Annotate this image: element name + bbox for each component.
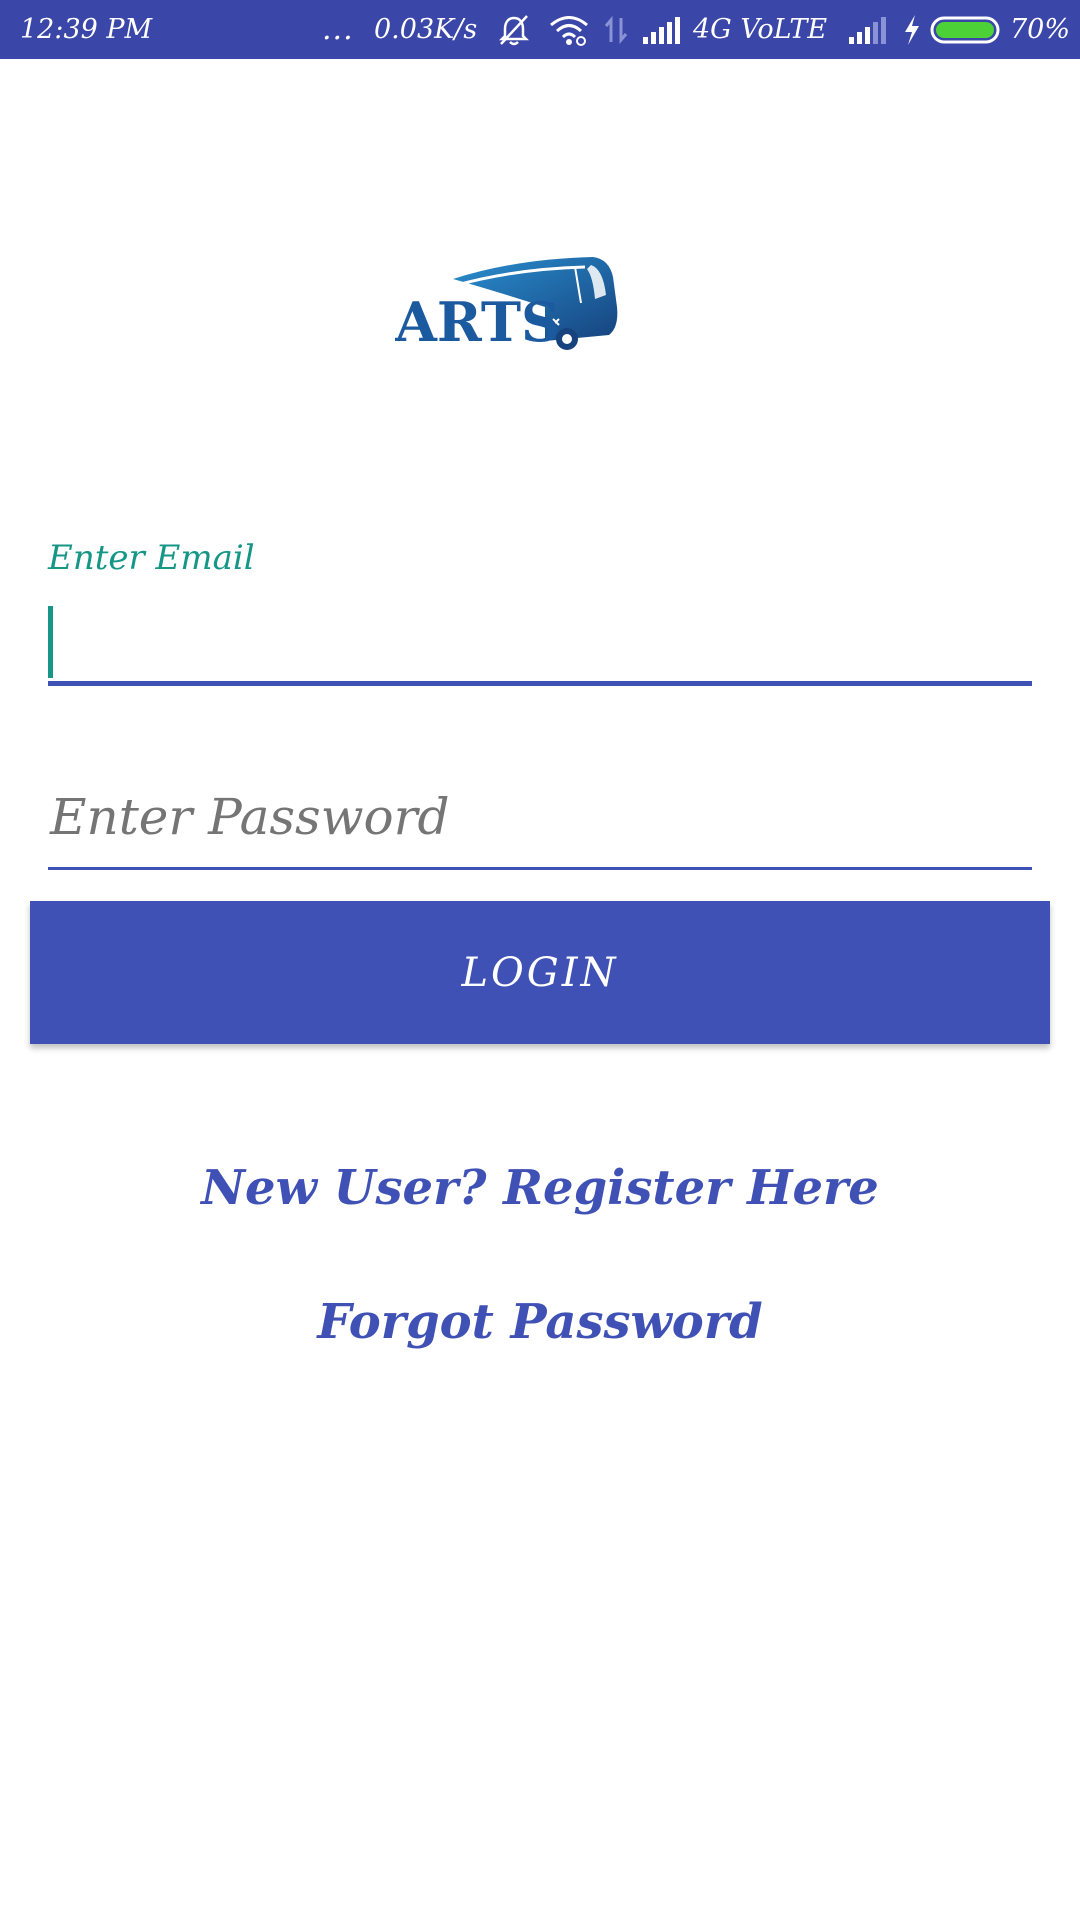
wifi-icon (548, 0, 590, 59)
forgot-password-link[interactable]: Forgot Password (0, 1294, 1080, 1350)
signal-icon (642, 0, 682, 59)
app-logo: ARTS (395, 255, 625, 355)
clock: 12:39 PM (20, 14, 153, 45)
text-cursor (48, 606, 53, 678)
network-speed: 0.03K/s (374, 14, 478, 45)
bus-logo-icon: ARTS (395, 257, 618, 354)
signal-icon-2 (848, 0, 888, 59)
status-bar: 12:39 PM ... 0.03K/s 4G VoLTE 70% (0, 0, 1080, 59)
email-label: Enter Email (48, 538, 255, 578)
battery-percent: 70% (1010, 14, 1071, 45)
data-arrows-icon (603, 0, 629, 59)
network-label: 4G VoLTE (693, 14, 828, 45)
charging-icon (902, 0, 922, 59)
password-field[interactable]: Enter Password (48, 780, 1032, 870)
register-link[interactable]: New User? Register Here (0, 1160, 1080, 1216)
email-field[interactable] (48, 600, 1032, 686)
mute-icon (496, 0, 532, 59)
notification-dots: ... (322, 12, 354, 47)
login-button[interactable]: LOGIN (30, 901, 1050, 1044)
password-placeholder: Enter Password (50, 788, 450, 846)
logo-text: ARTS (395, 290, 560, 354)
battery-icon (930, 0, 1004, 59)
